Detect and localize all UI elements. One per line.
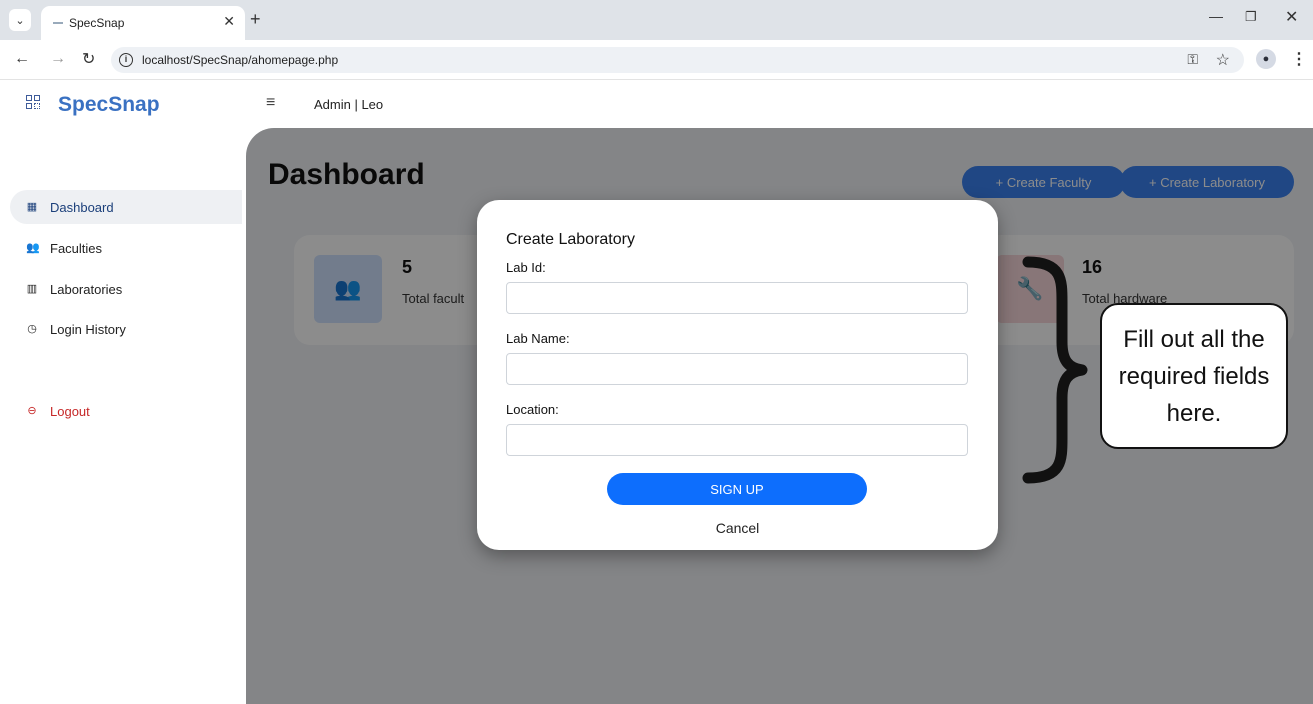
cancel-button[interactable]: Cancel (477, 520, 998, 536)
annotation-callout: Fill out all the required fields here. (1100, 303, 1288, 449)
plus-icon[interactable]: + (250, 9, 261, 29)
url-text[interactable]: localhost/SpecSnap/ahomepage.php (142, 53, 338, 67)
users-icon: 👥 (26, 242, 40, 254)
lab-name-label: Lab Name: (506, 331, 570, 346)
app-header: SpecSnap ≡ Admin | Leo (0, 80, 1313, 128)
close-icon[interactable]: ✕ (223, 13, 235, 30)
sidebar-item-laboratories[interactable]: ▥ Laboratories (10, 272, 242, 306)
sidebar-item-label: Dashboard (50, 199, 114, 215)
location-input[interactable] (506, 424, 968, 456)
sidebar-item-login-history[interactable]: ◷ Login History (10, 312, 242, 346)
forward-icon[interactable]: → (50, 50, 66, 68)
profile-icon[interactable]: ● (1256, 49, 1276, 69)
tab-title: SpecSnap (69, 16, 125, 30)
sidebar-item-label: Logout (50, 403, 90, 419)
browser-toolbar: ← → ↻ i localhost/SpecSnap/ahomepage.php… (0, 40, 1313, 80)
sidebar-item-label: Laboratories (50, 281, 123, 297)
sidebar-item-logout[interactable]: ⊖ Logout (10, 394, 242, 428)
star-icon[interactable]: ☆ (1216, 50, 1230, 70)
user-label: Admin | Leo (314, 97, 384, 112)
browser-tabstrip: ⌄ SpecSnap ✕ + — ❐ ✕ (0, 0, 1313, 40)
curly-brace-annotation (1022, 256, 1088, 484)
minimize-icon[interactable]: — (1209, 8, 1223, 24)
clock-icon: ◷ (27, 323, 37, 335)
favicon-icon (53, 22, 63, 24)
tab-search-button[interactable]: ⌄ (9, 9, 31, 31)
sign-up-button[interactable]: SIGN UP (607, 473, 867, 505)
menu-toggle-icon[interactable]: ≡ (266, 94, 275, 112)
lab-id-label: Lab Id: (506, 260, 546, 275)
modal-title: Create Laboratory (506, 231, 635, 248)
building-icon: ▥ (26, 283, 38, 295)
chevron-down-icon: ⌄ (15, 14, 25, 27)
sidebar-item-label: Faculties (50, 240, 103, 256)
lab-id-input[interactable] (506, 282, 968, 314)
brand-name[interactable]: SpecSnap (58, 93, 160, 117)
qr-logo-icon (26, 95, 40, 109)
create-laboratory-modal: Create Laboratory Lab Id: Lab Name: Loca… (477, 200, 998, 550)
logout-icon: ⊖ (27, 405, 37, 417)
window-close-icon[interactable]: ✕ (1285, 7, 1298, 27)
back-icon[interactable]: ← (14, 50, 30, 68)
restore-icon[interactable]: ❐ (1245, 9, 1257, 25)
sidebar-item-faculties[interactable]: 👥 Faculties (10, 231, 242, 265)
info-icon[interactable]: i (119, 53, 133, 67)
lab-name-input[interactable] (506, 353, 968, 385)
address-bar[interactable]: i localhost/SpecSnap/ahomepage.php ⚿ ☆ (111, 47, 1244, 73)
kebab-icon[interactable]: ⋮ (1291, 49, 1307, 69)
location-label: Location: (506, 402, 559, 417)
browser-tab[interactable]: SpecSnap ✕ (41, 6, 245, 40)
sidebar-item-dashboard[interactable]: ▦ Dashboard (10, 190, 242, 224)
key-icon[interactable]: ⚿ (1187, 51, 1198, 68)
grid-icon: ▦ (26, 201, 38, 213)
sidebar-item-label: Login History (50, 321, 126, 337)
reload-icon[interactable]: ↻ (82, 49, 95, 69)
sidebar: ▦ Dashboard 👥 Faculties ▥ Laboratories ◷… (0, 128, 246, 704)
